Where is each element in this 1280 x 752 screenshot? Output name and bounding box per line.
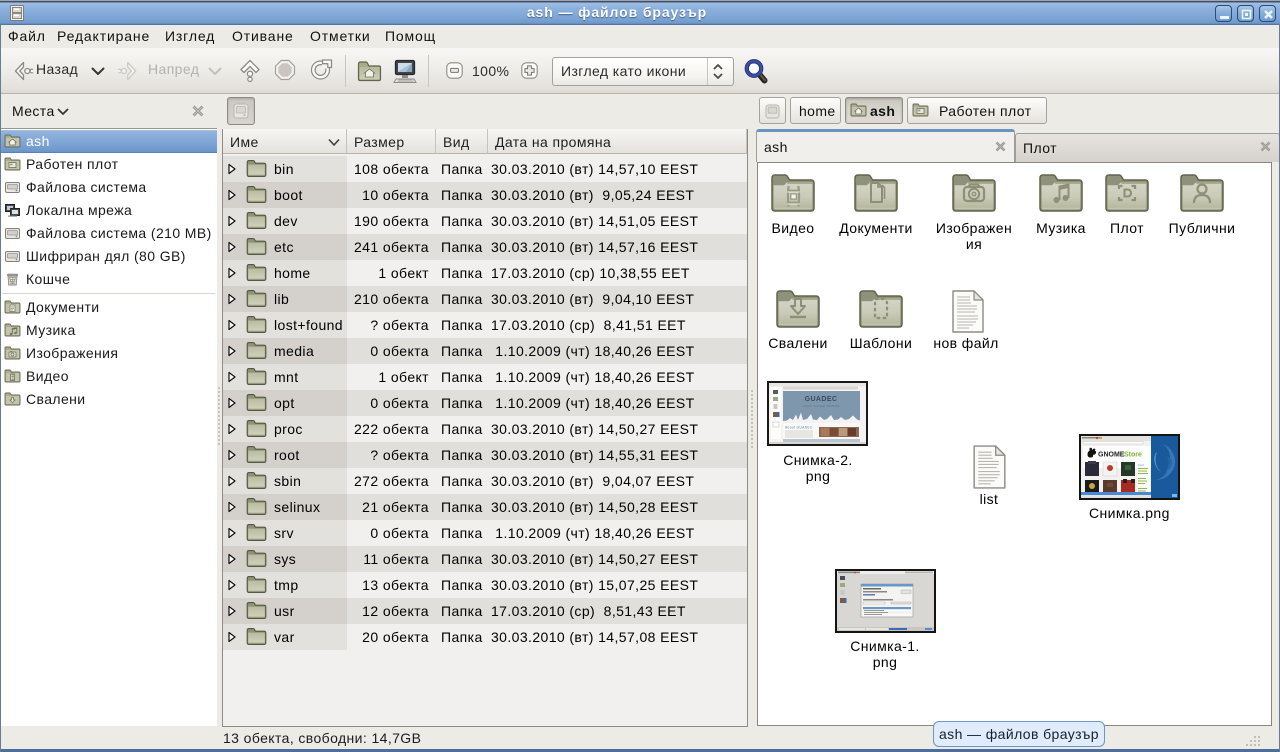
svg-text:About GUADEC: About GUADEC <box>785 426 813 430</box>
svg-text:GUADEC: GUADEC <box>805 396 838 403</box>
svg-text:Cart: Cart <box>1138 463 1145 467</box>
svg-text:Store: Store <box>1124 452 1142 459</box>
svg-text:зththe Annual GNOME: зththe Annual GNOME <box>802 404 840 408</box>
svg-text:GNOME: GNOME <box>1098 452 1125 459</box>
